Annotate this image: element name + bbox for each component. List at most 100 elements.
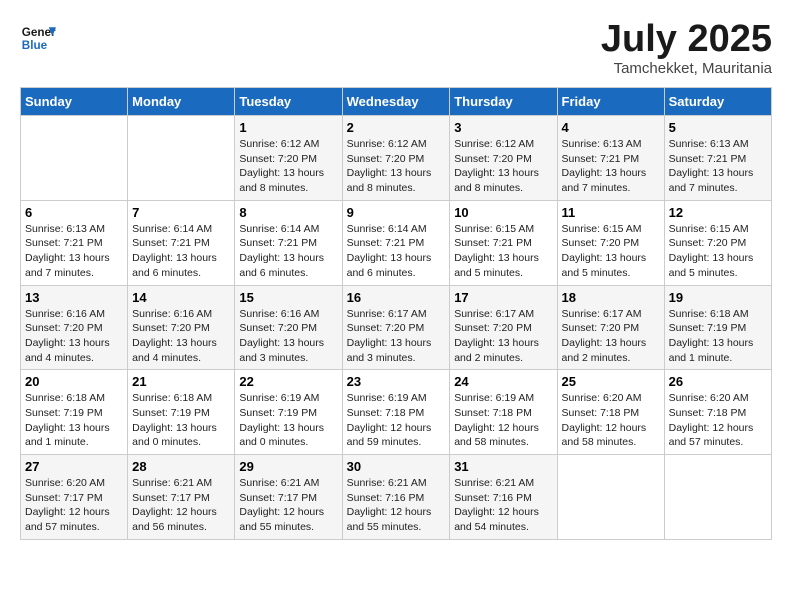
- day-number: 8: [239, 205, 337, 220]
- calendar-cell: 29 Sunrise: 6:21 AMSunset: 7:17 PMDayligh…: [235, 455, 342, 540]
- month-title: July 2025: [601, 20, 772, 58]
- day-number: 26: [669, 374, 767, 389]
- calendar-header-row: SundayMondayTuesdayWednesdayThursdayFrid…: [21, 88, 772, 116]
- calendar-cell: 3 Sunrise: 6:12 AMSunset: 7:20 PMDaylight…: [450, 116, 557, 201]
- day-number: 28: [132, 459, 230, 474]
- day-number: 21: [132, 374, 230, 389]
- col-header-thursday: Thursday: [450, 88, 557, 116]
- day-number: 7: [132, 205, 230, 220]
- col-header-sunday: Sunday: [21, 88, 128, 116]
- calendar-cell: 12 Sunrise: 6:15 AMSunset: 7:20 PMDayligh…: [664, 200, 771, 285]
- day-info: Sunrise: 6:18 AMSunset: 7:19 PMDaylight:…: [669, 307, 767, 366]
- day-info: Sunrise: 6:15 AMSunset: 7:20 PMDaylight:…: [669, 222, 767, 281]
- calendar-cell: 15 Sunrise: 6:16 AMSunset: 7:20 PMDayligh…: [235, 285, 342, 370]
- day-info: Sunrise: 6:16 AMSunset: 7:20 PMDaylight:…: [239, 307, 337, 366]
- calendar-cell: 1 Sunrise: 6:12 AMSunset: 7:20 PMDaylight…: [235, 116, 342, 201]
- day-number: 13: [25, 290, 123, 305]
- calendar-cell: 16 Sunrise: 6:17 AMSunset: 7:20 PMDayligh…: [342, 285, 450, 370]
- day-info: Sunrise: 6:17 AMSunset: 7:20 PMDaylight:…: [562, 307, 660, 366]
- calendar-cell: 8Sunrise: 6:14 AMSunset: 7:21 PMDaylight…: [235, 200, 342, 285]
- day-info: Sunrise: 6:18 AMSunset: 7:19 PMDaylight:…: [132, 391, 230, 450]
- day-info: Sunrise: 6:19 AMSunset: 7:19 PMDaylight:…: [239, 391, 337, 450]
- day-info: Sunrise: 6:16 AMSunset: 7:20 PMDaylight:…: [25, 307, 123, 366]
- day-number: 11: [562, 205, 660, 220]
- calendar-week-4: 20Sunrise: 6:18 AMSunset: 7:19 PMDayligh…: [21, 370, 772, 455]
- calendar-cell: 14 Sunrise: 6:16 AMSunset: 7:20 PMDayligh…: [128, 285, 235, 370]
- day-number: 16: [347, 290, 446, 305]
- col-header-monday: Monday: [128, 88, 235, 116]
- title-block: July 2025 Tamchekket, Mauritania: [601, 20, 772, 77]
- day-number: 18: [562, 290, 660, 305]
- day-info: Sunrise: 6:13 AMSunset: 7:21 PMDaylight:…: [562, 137, 660, 196]
- calendar-cell: 28 Sunrise: 6:21 AMSunset: 7:17 PMDayligh…: [128, 455, 235, 540]
- day-number: 19: [669, 290, 767, 305]
- day-info: Sunrise: 6:17 AMSunset: 7:20 PMDaylight:…: [454, 307, 552, 366]
- day-info: Sunrise: 6:15 AMSunset: 7:21 PMDaylight:…: [454, 222, 552, 281]
- logo-icon: General Blue: [20, 20, 56, 56]
- logo: General Blue: [20, 20, 56, 56]
- day-info: Sunrise: 6:12 AMSunset: 7:20 PMDaylight:…: [454, 137, 552, 196]
- day-number: 27: [25, 459, 123, 474]
- day-number: 23: [347, 374, 446, 389]
- calendar-cell: 7 Sunrise: 6:14 AMSunset: 7:21 PMDaylight…: [128, 200, 235, 285]
- calendar-cell: 21 Sunrise: 6:18 AMSunset: 7:19 PMDayligh…: [128, 370, 235, 455]
- calendar-cell: 4 Sunrise: 6:13 AMSunset: 7:21 PMDaylight…: [557, 116, 664, 201]
- page-header: General Blue July 2025 Tamchekket, Mauri…: [20, 20, 772, 77]
- calendar-cell: 25Sunrise: 6:20 AMSunset: 7:18 PMDayligh…: [557, 370, 664, 455]
- day-info: Sunrise: 6:21 AMSunset: 7:17 PMDaylight:…: [239, 476, 337, 535]
- day-info: Sunrise: 6:17 AMSunset: 7:20 PMDaylight:…: [347, 307, 446, 366]
- calendar-cell: 2 Sunrise: 6:12 AMSunset: 7:20 PMDaylight…: [342, 116, 450, 201]
- day-info: Sunrise: 6:12 AMSunset: 7:20 PMDaylight:…: [347, 137, 446, 196]
- day-info: Sunrise: 6:21 AMSunset: 7:16 PMDaylight:…: [347, 476, 446, 535]
- day-number: 31: [454, 459, 552, 474]
- day-number: 22: [239, 374, 337, 389]
- location: Tamchekket, Mauritania: [601, 60, 772, 77]
- day-number: 10: [454, 205, 552, 220]
- calendar-week-2: 6Sunrise: 6:13 AMSunset: 7:21 PMDaylight…: [21, 200, 772, 285]
- day-info: Sunrise: 6:16 AMSunset: 7:20 PMDaylight:…: [132, 307, 230, 366]
- day-info: Sunrise: 6:14 AMSunset: 7:21 PMDaylight:…: [132, 222, 230, 281]
- day-info: Sunrise: 6:21 AMSunset: 7:17 PMDaylight:…: [132, 476, 230, 535]
- day-number: 24: [454, 374, 552, 389]
- day-info: Sunrise: 6:15 AMSunset: 7:20 PMDaylight:…: [562, 222, 660, 281]
- calendar-week-5: 27Sunrise: 6:20 AMSunset: 7:17 PMDayligh…: [21, 455, 772, 540]
- col-header-tuesday: Tuesday: [235, 88, 342, 116]
- day-info: Sunrise: 6:13 AMSunset: 7:21 PMDaylight:…: [25, 222, 123, 281]
- calendar-cell: 31 Sunrise: 6:21 AMSunset: 7:16 PMDayligh…: [450, 455, 557, 540]
- calendar-cell: 19 Sunrise: 6:18 AMSunset: 7:19 PMDayligh…: [664, 285, 771, 370]
- calendar-cell: [128, 116, 235, 201]
- svg-text:Blue: Blue: [22, 39, 48, 52]
- day-info: Sunrise: 6:20 AMSunset: 7:18 PMDaylight:…: [562, 391, 660, 450]
- day-number: 4: [562, 120, 660, 135]
- calendar-cell: 20Sunrise: 6:18 AMSunset: 7:19 PMDayligh…: [21, 370, 128, 455]
- day-number: 2: [347, 120, 446, 135]
- day-number: 30: [347, 459, 446, 474]
- calendar-table: SundayMondayTuesdayWednesdayThursdayFrid…: [20, 87, 772, 540]
- day-info: Sunrise: 6:13 AMSunset: 7:21 PMDaylight:…: [669, 137, 767, 196]
- day-info: Sunrise: 6:12 AMSunset: 7:20 PMDaylight:…: [239, 137, 337, 196]
- day-number: 9: [347, 205, 446, 220]
- day-info: Sunrise: 6:20 AMSunset: 7:18 PMDaylight:…: [669, 391, 767, 450]
- calendar-cell: 6Sunrise: 6:13 AMSunset: 7:21 PMDaylight…: [21, 200, 128, 285]
- col-header-friday: Friday: [557, 88, 664, 116]
- calendar-cell: 26 Sunrise: 6:20 AMSunset: 7:18 PMDayligh…: [664, 370, 771, 455]
- calendar-cell: 24Sunrise: 6:19 AMSunset: 7:18 PMDayligh…: [450, 370, 557, 455]
- col-header-wednesday: Wednesday: [342, 88, 450, 116]
- day-number: 14: [132, 290, 230, 305]
- calendar-cell: 11 Sunrise: 6:15 AMSunset: 7:20 PMDayligh…: [557, 200, 664, 285]
- day-number: 3: [454, 120, 552, 135]
- calendar-cell: 22 Sunrise: 6:19 AMSunset: 7:19 PMDayligh…: [235, 370, 342, 455]
- col-header-saturday: Saturday: [664, 88, 771, 116]
- day-number: 29: [239, 459, 337, 474]
- day-number: 12: [669, 205, 767, 220]
- day-number: 5: [669, 120, 767, 135]
- day-info: Sunrise: 6:18 AMSunset: 7:19 PMDaylight:…: [25, 391, 123, 450]
- day-info: Sunrise: 6:21 AMSunset: 7:16 PMDaylight:…: [454, 476, 552, 535]
- calendar-week-3: 13 Sunrise: 6:16 AMSunset: 7:20 PMDayligh…: [21, 285, 772, 370]
- day-number: 17: [454, 290, 552, 305]
- calendar-week-1: 1 Sunrise: 6:12 AMSunset: 7:20 PMDaylight…: [21, 116, 772, 201]
- calendar-cell: 10 Sunrise: 6:15 AMSunset: 7:21 PMDayligh…: [450, 200, 557, 285]
- day-number: 1: [239, 120, 337, 135]
- day-number: 15: [239, 290, 337, 305]
- calendar-cell: 13 Sunrise: 6:16 AMSunset: 7:20 PMDayligh…: [21, 285, 128, 370]
